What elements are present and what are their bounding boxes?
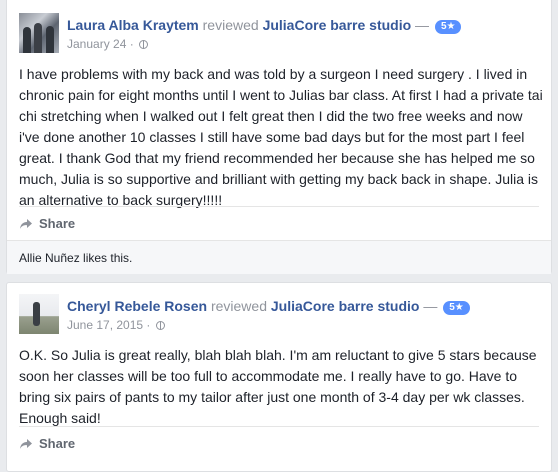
- share-label: Share: [39, 216, 76, 231]
- avatar[interactable]: [19, 294, 59, 334]
- share-label: Share: [39, 436, 76, 451]
- review-date[interactable]: June 17, 2015 ·: [67, 318, 150, 332]
- globe-icon[interactable]: [155, 321, 165, 330]
- review-text: I have problems with my back and was tol…: [19, 66, 543, 208]
- likes-text[interactable]: Allie Nuñez likes this.: [19, 251, 132, 265]
- review-verb: reviewed: [210, 298, 267, 314]
- avatar[interactable]: [19, 13, 59, 53]
- page-link[interactable]: JuliaCore barre studio: [263, 17, 412, 33]
- review-verb: reviewed: [202, 17, 259, 33]
- separator: —: [415, 17, 430, 33]
- globe-icon[interactable]: [139, 40, 149, 49]
- reviewer-name[interactable]: Laura Alba Kraytem: [67, 17, 199, 33]
- page-link[interactable]: JuliaCore barre studio: [271, 298, 420, 314]
- share-arrow-icon: [20, 218, 32, 229]
- review-header: Cheryl Rebele Rosen reviewed JuliaCore b…: [19, 294, 470, 334]
- review-card: Laura Alba Kraytem reviewed JuliaCore ba…: [6, 0, 552, 274]
- separator: —: [423, 298, 438, 314]
- review-date[interactable]: January 24 ·: [67, 37, 134, 51]
- share-button[interactable]: Share: [19, 216, 75, 231]
- likes-summary: Allie Nuñez likes this.: [7, 240, 551, 274]
- reviewer-name[interactable]: Cheryl Rebele Rosen: [67, 298, 207, 314]
- share-button[interactable]: Share: [19, 436, 75, 451]
- divider: [19, 206, 539, 207]
- review-card: Cheryl Rebele Rosen reviewed JuliaCore b…: [6, 282, 552, 472]
- rating-badge[interactable]: 5★: [443, 301, 470, 315]
- review-text: O.K. So Julia is great really, blah blah…: [19, 347, 537, 426]
- rating-badge[interactable]: 5★: [434, 20, 462, 34]
- divider: [19, 426, 539, 427]
- review-header: Laura Alba Kraytem reviewed JuliaCore ba…: [19, 13, 462, 53]
- share-arrow-icon: [20, 438, 32, 449]
